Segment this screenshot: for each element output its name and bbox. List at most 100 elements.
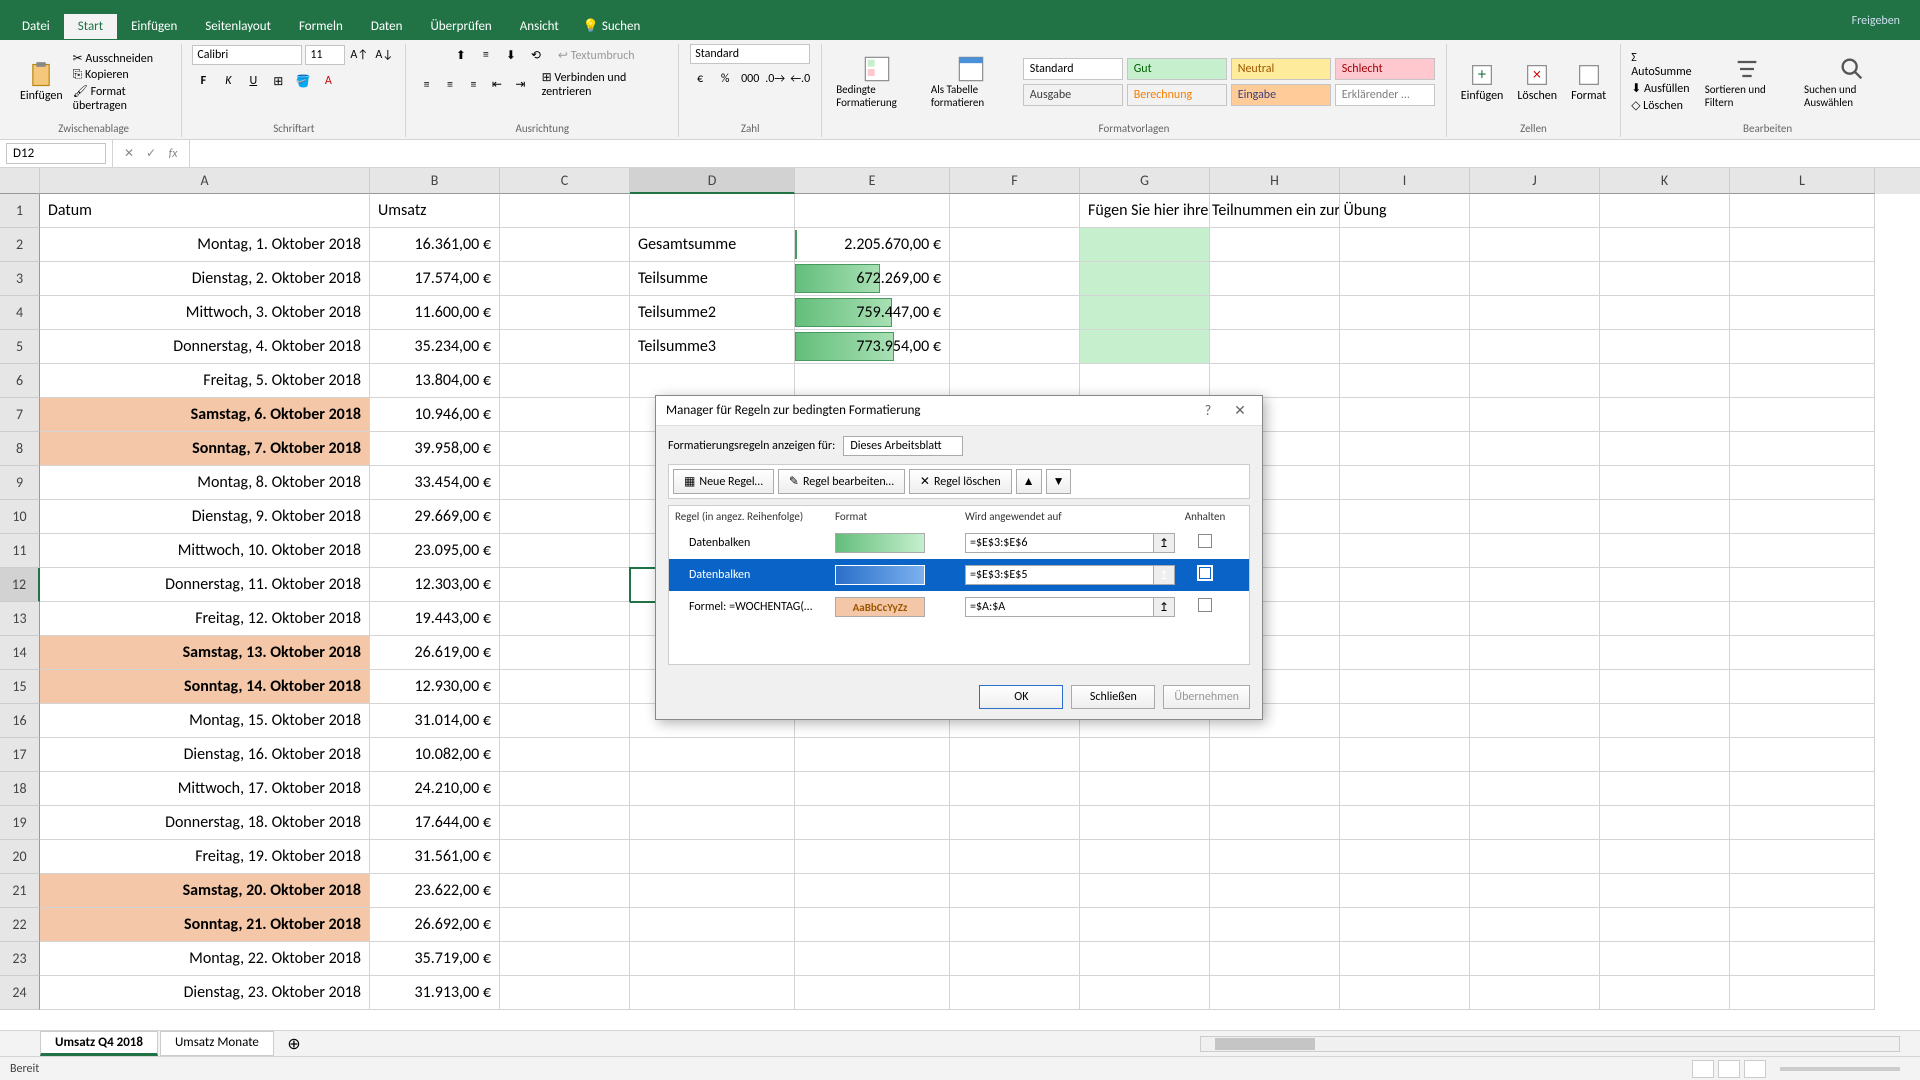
cell-K23[interactable] <box>1600 942 1730 976</box>
cell-A8[interactable]: Sonntag, 7. Oktober 2018 <box>40 432 370 466</box>
cell-K2[interactable] <box>1600 228 1730 262</box>
col-header-C[interactable]: C <box>500 168 630 194</box>
cell-E20[interactable] <box>795 840 950 874</box>
style-erklärender …[interactable]: Erklärender … <box>1335 84 1435 106</box>
cell-B6[interactable]: 13.804,00 € <box>370 364 500 398</box>
cell-H20[interactable] <box>1210 840 1340 874</box>
style-schlecht[interactable]: Schlecht <box>1335 58 1435 80</box>
row-header-5[interactable]: 5 <box>0 330 40 364</box>
tab-start[interactable]: Start <box>64 14 117 39</box>
cell-J20[interactable] <box>1470 840 1600 874</box>
cell-L4[interactable] <box>1730 296 1875 330</box>
cell-L18[interactable] <box>1730 772 1875 806</box>
cell-L14[interactable] <box>1730 636 1875 670</box>
cell-B9[interactable]: 33.454,00 € <box>370 466 500 500</box>
cell-I4[interactable] <box>1340 296 1470 330</box>
close-button[interactable]: Schließen <box>1071 685 1155 709</box>
font-color-button[interactable]: A <box>317 70 339 92</box>
cell-L6[interactable] <box>1730 364 1875 398</box>
cell-J21[interactable] <box>1470 874 1600 908</box>
cell-I3[interactable] <box>1340 262 1470 296</box>
cell-J11[interactable] <box>1470 534 1600 568</box>
col-header-G[interactable]: G <box>1080 168 1210 194</box>
cell-H2[interactable] <box>1210 228 1340 262</box>
cell-C22[interactable] <box>500 908 630 942</box>
cell-J22[interactable] <box>1470 908 1600 942</box>
align-left[interactable]: ≡ <box>416 74 436 96</box>
cell-H1[interactable] <box>1210 194 1340 228</box>
cell-D18[interactable] <box>630 772 795 806</box>
cell-L12[interactable] <box>1730 568 1875 602</box>
cell-B18[interactable]: 24.210,00 € <box>370 772 500 806</box>
cell-C24[interactable] <box>500 976 630 1010</box>
align-middle[interactable]: ≡ <box>475 44 497 66</box>
cell-K17[interactable] <box>1600 738 1730 772</box>
zoom-slider[interactable] <box>1780 1067 1900 1071</box>
cell-K10[interactable] <box>1600 500 1730 534</box>
find-select-button[interactable]: Suchen und Auswählen <box>1800 53 1904 111</box>
range-picker-button-2[interactable]: ↥ <box>1153 597 1175 617</box>
col-header-F[interactable]: F <box>950 168 1080 194</box>
cell-A4[interactable]: Mittwoch, 3. Oktober 2018 <box>40 296 370 330</box>
wrap-text-button[interactable]: ↩ Textumbruch <box>558 48 635 63</box>
cell-K11[interactable] <box>1600 534 1730 568</box>
cell-K3[interactable] <box>1600 262 1730 296</box>
row-header-7[interactable]: 7 <box>0 398 40 432</box>
row-header-21[interactable]: 21 <box>0 874 40 908</box>
style-neutral[interactable]: Neutral <box>1231 58 1331 80</box>
cell-C2[interactable] <box>500 228 630 262</box>
cell-B11[interactable]: 23.095,00 € <box>370 534 500 568</box>
cell-C21[interactable] <box>500 874 630 908</box>
row-header-17[interactable]: 17 <box>0 738 40 772</box>
insert-cells-button[interactable]: +Einfügen <box>1457 59 1508 105</box>
col-header-L[interactable]: L <box>1730 168 1875 194</box>
col-header-E[interactable]: E <box>795 168 950 194</box>
col-header-J[interactable]: J <box>1470 168 1600 194</box>
scope-select[interactable]: Dieses Arbeitsblatt <box>843 436 962 456</box>
cell-A15[interactable]: Sonntag, 14. Oktober 2018 <box>40 670 370 704</box>
col-header-D[interactable]: D <box>630 168 795 194</box>
col-header-B[interactable]: B <box>370 168 500 194</box>
cell-C7[interactable] <box>500 398 630 432</box>
cell-A9[interactable]: Montag, 8. Oktober 2018 <box>40 466 370 500</box>
indent-dec[interactable]: ⇤ <box>487 74 507 96</box>
cell-D1[interactable] <box>630 194 795 228</box>
cell-F17[interactable] <box>950 738 1080 772</box>
cell-B7[interactable]: 10.946,00 € <box>370 398 500 432</box>
row-header-8[interactable]: 8 <box>0 432 40 466</box>
underline-button[interactable]: U <box>242 70 264 92</box>
cell-G2[interactable] <box>1080 228 1210 262</box>
cell-D19[interactable] <box>630 806 795 840</box>
cell-K21[interactable] <box>1600 874 1730 908</box>
cell-I9[interactable] <box>1340 466 1470 500</box>
cell-C14[interactable] <box>500 636 630 670</box>
cell-G18[interactable] <box>1080 772 1210 806</box>
format-as-table-button[interactable]: Als Tabelle formatieren <box>927 53 1016 111</box>
col-header-I[interactable]: I <box>1340 168 1470 194</box>
cell-L16[interactable] <box>1730 704 1875 738</box>
rule-range-input-1[interactable] <box>965 565 1154 585</box>
cell-E6[interactable] <box>795 364 950 398</box>
cell-K6[interactable] <box>1600 364 1730 398</box>
cell-K24[interactable] <box>1600 976 1730 1010</box>
cell-J8[interactable] <box>1470 432 1600 466</box>
view-layout-button[interactable] <box>1718 1060 1740 1078</box>
number-format-select[interactable] <box>690 44 810 64</box>
cell-G21[interactable] <box>1080 874 1210 908</box>
horizontal-scrollbar[interactable] <box>1200 1036 1900 1052</box>
cell-C11[interactable] <box>500 534 630 568</box>
cell-H22[interactable] <box>1210 908 1340 942</box>
row-header-3[interactable]: 3 <box>0 262 40 296</box>
align-right[interactable]: ≡ <box>463 74 483 96</box>
row-header-11[interactable]: 11 <box>0 534 40 568</box>
format-painter-button[interactable]: 🖌 Format übertragen <box>73 84 172 113</box>
row-header-23[interactable]: 23 <box>0 942 40 976</box>
row-header-1[interactable]: 1 <box>0 194 40 228</box>
cell-C17[interactable] <box>500 738 630 772</box>
cell-F20[interactable] <box>950 840 1080 874</box>
cell-C20[interactable] <box>500 840 630 874</box>
cell-J18[interactable] <box>1470 772 1600 806</box>
tell-me-search[interactable]: 💡 Suchen <box>583 19 641 34</box>
cell-K16[interactable] <box>1600 704 1730 738</box>
dialog-help-button[interactable]: ? <box>1196 402 1220 419</box>
